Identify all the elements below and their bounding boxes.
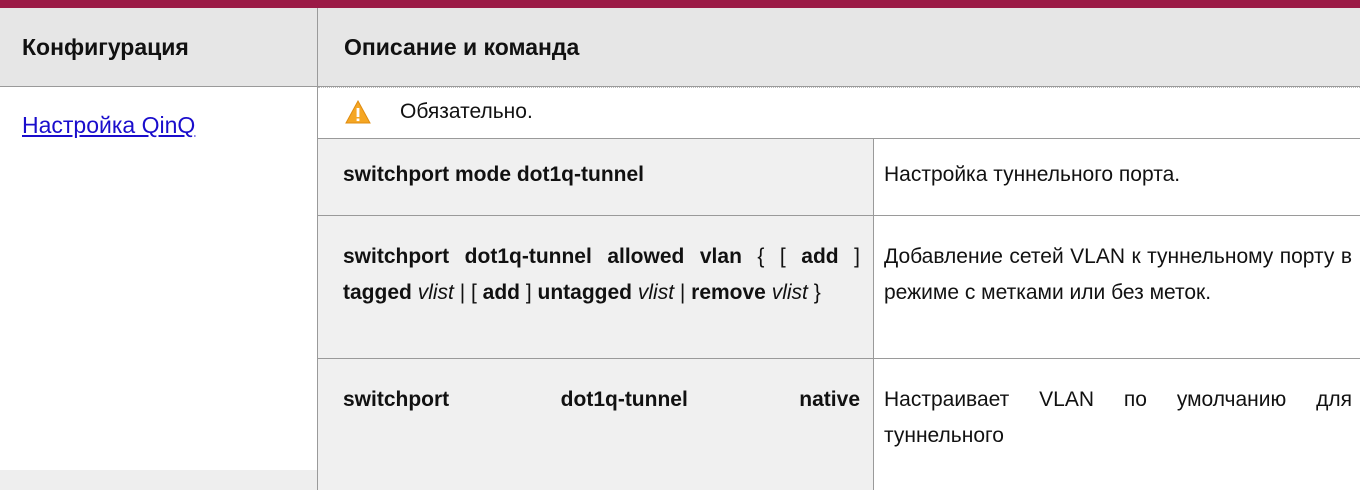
header-configuration: Конфигурация: [0, 8, 318, 86]
command-text: switchport dot1q-tunnel allowed vlan { […: [343, 245, 860, 304]
description-cell: Добавление сетей VLAN к туннельному порт…: [874, 216, 1360, 358]
command-cell: switchport mode dot1q-tunnel: [318, 139, 874, 215]
document-page: Конфигурация Описание и команда Настройк…: [0, 0, 1360, 490]
description-text: Настраивает VLAN по умолчанию для туннел…: [884, 388, 1352, 447]
configuration-column: Настройка QinQ: [0, 87, 318, 490]
description-text: Настройка туннельного порта.: [884, 163, 1181, 186]
required-note-row: Обязательно.: [318, 87, 1360, 139]
qinq-config-link[interactable]: Настройка QinQ: [22, 112, 195, 139]
table-row: switchport dot1q-tunnel allowed vlan { […: [318, 216, 1360, 359]
table-row: switchport mode dot1q-tunnel Настройка т…: [318, 139, 1360, 216]
warning-triangle-icon: [345, 100, 371, 124]
column-bottom-shade: [0, 470, 317, 490]
table-header-row: Конфигурация Описание и команда: [0, 8, 1360, 87]
top-accent-rule: [0, 0, 1360, 8]
table-row: switchport dot1q-tunnel native Настраива…: [318, 359, 1360, 490]
description-text: Добавление сетей VLAN к туннельному порт…: [884, 245, 1352, 304]
required-note-text: Обязательно.: [400, 100, 533, 123]
description-cell: Настраивает VLAN по умолчанию для туннел…: [874, 359, 1360, 490]
command-cell: switchport dot1q-tunnel native: [318, 359, 874, 490]
command-table: switchport mode dot1q-tunnel Настройка т…: [318, 139, 1360, 490]
header-description-command: Описание и команда: [344, 33, 580, 60]
command-text: switchport dot1q-tunnel native: [343, 388, 860, 411]
description-cell: Настройка туннельного порта.: [874, 139, 1360, 215]
command-text: switchport mode dot1q-tunnel: [343, 163, 644, 186]
command-cell: switchport dot1q-tunnel allowed vlan { […: [318, 216, 874, 358]
